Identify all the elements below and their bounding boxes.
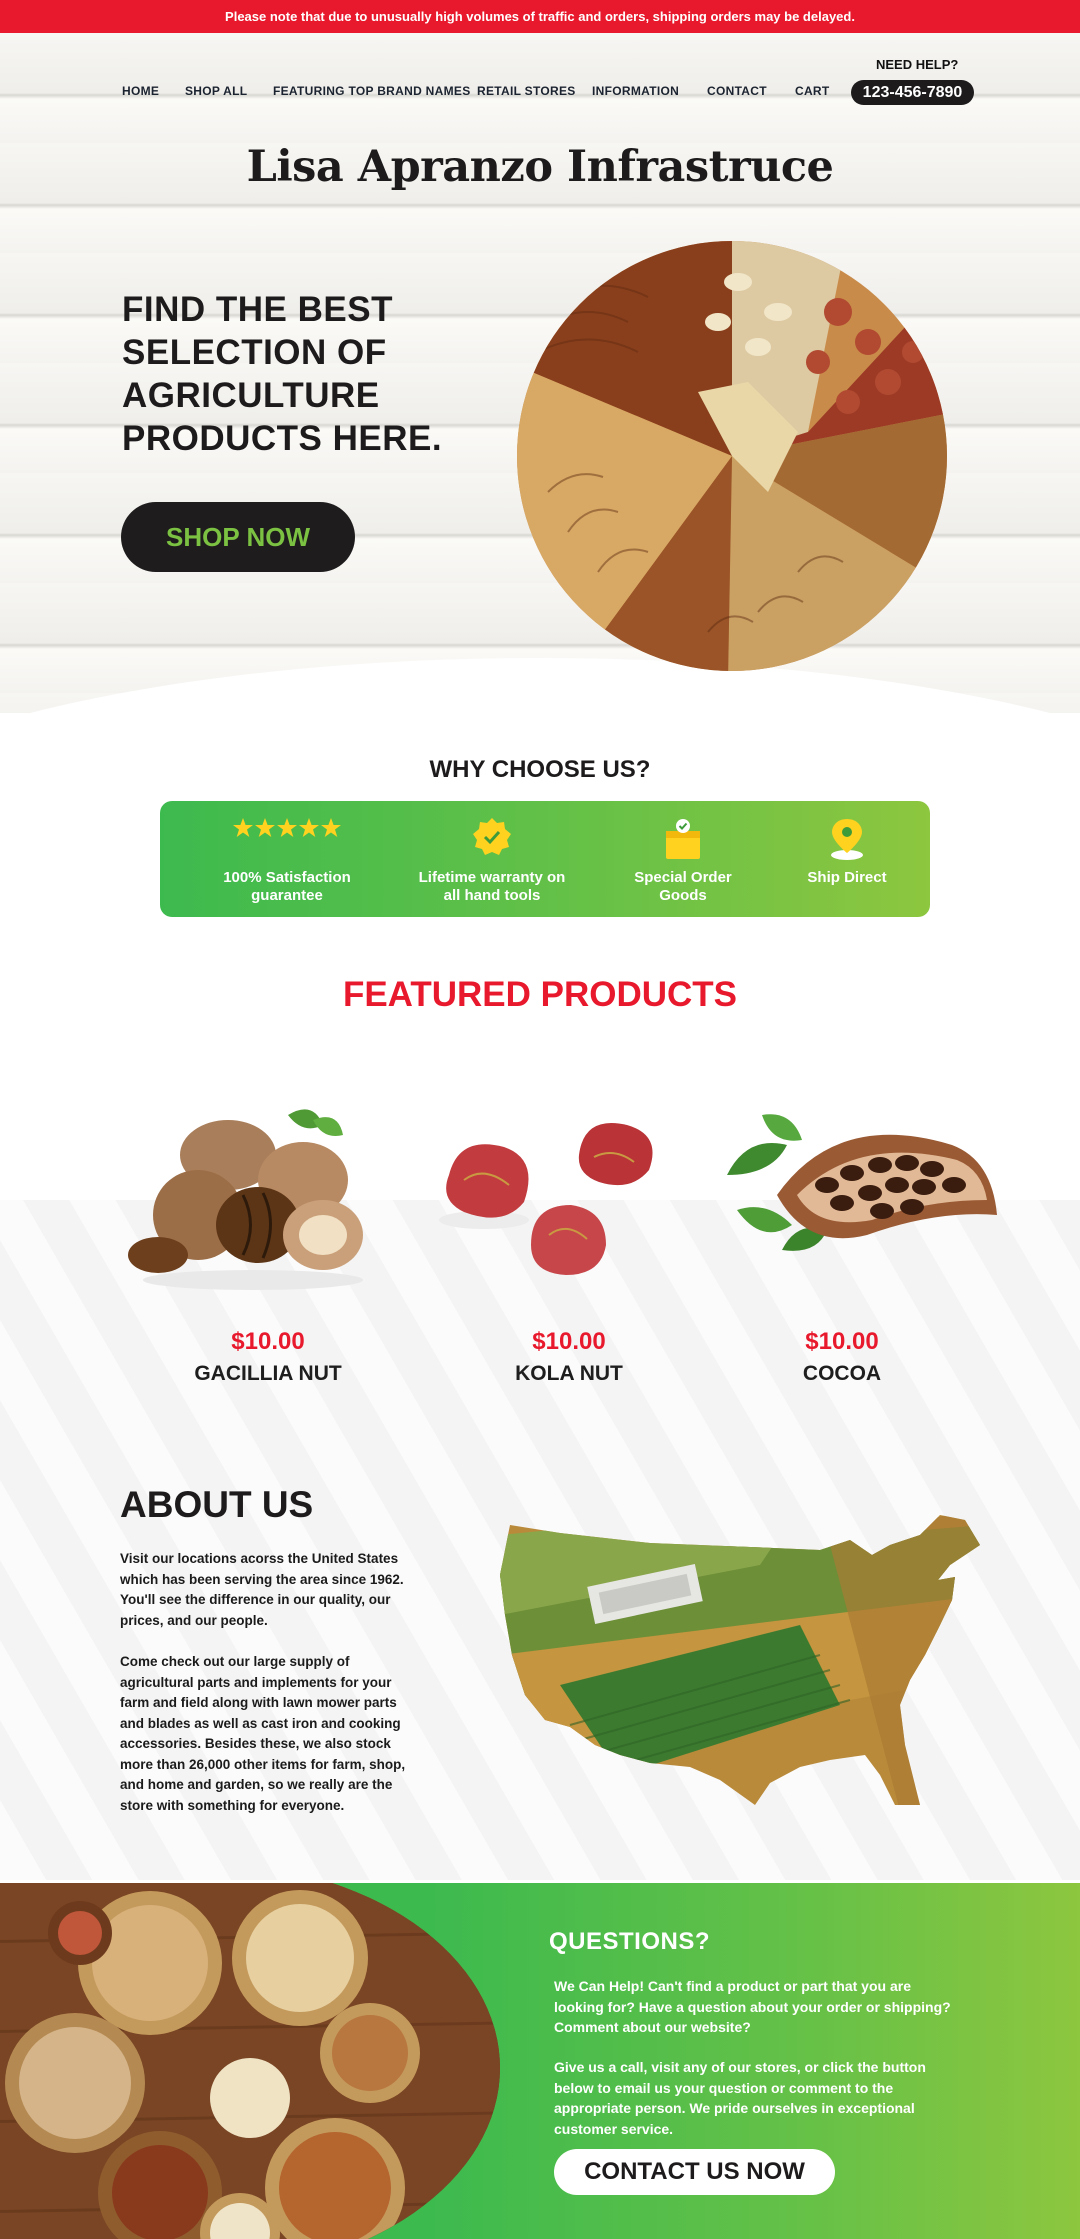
mixed-nuts-image <box>517 241 947 671</box>
nut-bowls-image <box>0 1883 500 2239</box>
special-order-box-icon <box>666 819 700 859</box>
nav-top-brands[interactable]: FEATURING TOP BRAND NAMES <box>273 84 471 98</box>
product-card-kola-nut[interactable]: $10.00 KOLA NUT <box>419 1085 719 1395</box>
gacillia-nut-image <box>128 1109 363 1290</box>
shop-now-button[interactable]: SHOP NOW <box>121 502 355 572</box>
product-price: $10.00 <box>532 1328 606 1355</box>
cocoa-image <box>727 1114 997 1251</box>
about-us-paragraph-2: Come check out our large supply of agric… <box>120 1654 406 1813</box>
nav-home[interactable]: HOME <box>122 84 159 98</box>
five-stars-icon <box>233 818 341 837</box>
why-item-warranty: Lifetime warranty on all hand tools <box>397 801 587 917</box>
nav-contact[interactable]: CONTACT <box>707 84 767 98</box>
site-title: Lisa Apranzo Infrastruce <box>246 142 834 192</box>
why-item-special-order: Special Order Goods <box>588 801 778 917</box>
nav-cart[interactable]: CART <box>795 84 830 98</box>
product-name[interactable]: KOLA NUT <box>419 1362 719 1386</box>
featured-products-title: FEATURED PRODUCTS <box>342 975 738 1014</box>
product-name[interactable]: GACILLIA NUT <box>118 1362 418 1386</box>
product-card-cocoa[interactable]: $10.00 COCOA <box>692 1085 997 1395</box>
nav-retail-stores[interactable]: RETAIL STORES <box>477 84 576 98</box>
nav-shop-all[interactable]: SHOP ALL <box>185 84 247 98</box>
product-price: $10.00 <box>805 1328 879 1355</box>
why-choose-us-box: 100% Satisfaction guarantee Lifetime war… <box>160 801 930 917</box>
about-us-title: ABOUT US <box>120 1484 314 1525</box>
kola-nut-image <box>439 1123 653 1275</box>
about-us-paragraph-1: Visit our locations acorss the United St… <box>120 1551 404 1628</box>
need-help-label: NEED HELP? <box>876 57 959 72</box>
why-item-satisfaction: 100% Satisfaction guarantee <box>192 801 382 917</box>
hero-heading: FIND THE BEST SELECTION OF AGRICULTURE P… <box>122 290 443 458</box>
questions-paragraph-1: We Can Help! Can't find a product or par… <box>554 1978 951 2035</box>
questions-title: QUESTIONS? <box>549 1928 711 1955</box>
why-choose-us-title: WHY CHOOSE US? <box>429 756 651 783</box>
verified-badge-icon <box>473 818 511 855</box>
nav-information[interactable]: INFORMATION <box>592 84 679 98</box>
announcement-banner: Please note that due to unusually high v… <box>0 0 1080 33</box>
phone-button[interactable]: 123-456-7890 <box>851 80 974 105</box>
location-pin-icon <box>831 819 863 860</box>
announcement-text: Please note that due to unusually high v… <box>225 9 855 24</box>
product-name[interactable]: COCOA <box>692 1362 992 1386</box>
questions-paragraph-2: Give us a call, visit any of our stores,… <box>554 2059 926 2137</box>
contact-us-now-button[interactable]: CONTACT US NOW <box>554 2149 835 2195</box>
product-card-gacillia-nut[interactable]: $10.00 GACILLIA NUT <box>118 1085 418 1395</box>
usa-farmland-map-image <box>500 1515 980 1805</box>
why-item-ship-direct: Ship Direct <box>752 801 942 917</box>
product-price: $10.00 <box>231 1328 305 1355</box>
